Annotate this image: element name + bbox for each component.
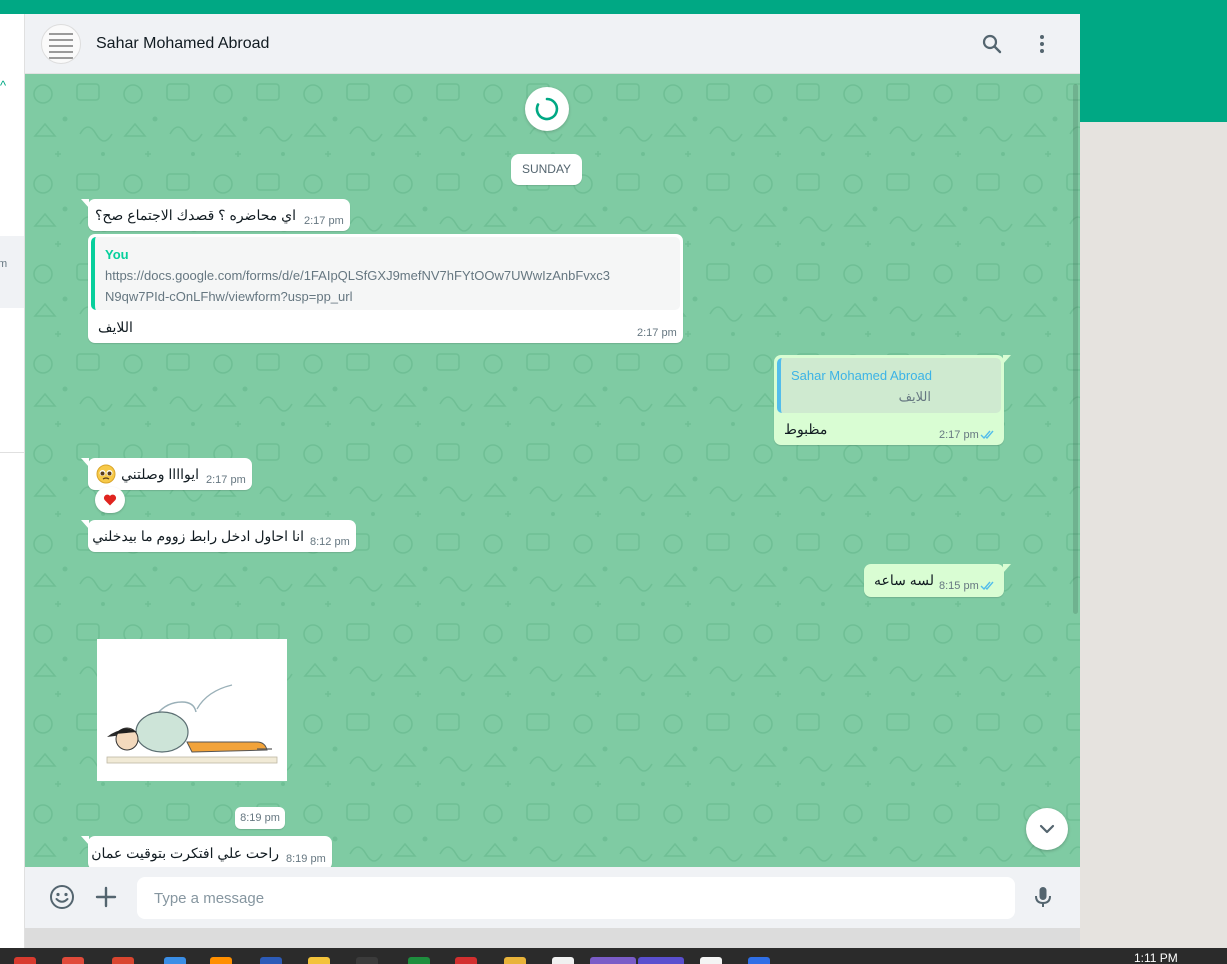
message-time: 8:12 pm bbox=[310, 536, 350, 548]
taskbar-app-icon[interactable] bbox=[210, 957, 232, 964]
taskbar-app-icon[interactable] bbox=[260, 957, 282, 964]
message-bubble-incoming[interactable]: ايواااا وصلتني 2:17 pm bbox=[81, 458, 252, 490]
taskbar-app-icon[interactable] bbox=[700, 957, 722, 964]
contact-name[interactable]: Sahar Mohamed Abroad bbox=[96, 35, 269, 53]
message-time: 2:17 pm bbox=[939, 429, 979, 441]
message-bubble-incoming[interactable]: You https://docs.google.com/forms/d/e/1F… bbox=[88, 234, 683, 343]
reaction-badge[interactable] bbox=[95, 487, 125, 513]
message-scrollbar[interactable] bbox=[1073, 84, 1078, 614]
message-text: لسه ساعه bbox=[874, 572, 935, 588]
quoted-link-line-2: N9qw7PId-cOnLFhw/viewform?usp=pp_url bbox=[105, 289, 353, 304]
taskbar-app-icon[interactable] bbox=[638, 957, 684, 964]
menu-dots-icon[interactable] bbox=[1030, 32, 1054, 56]
quoted-message[interactable]: You https://docs.google.com/forms/d/e/1F… bbox=[91, 237, 680, 310]
message-text: راحت علي افتكرت بتوقيت عمان bbox=[91, 845, 279, 861]
read-ticks-icon bbox=[980, 429, 996, 440]
conversation-header: Sahar Mohamed Abroad bbox=[25, 14, 1080, 74]
message-text: مظبوط bbox=[784, 421, 828, 437]
scroll-to-bottom-button[interactable] bbox=[1026, 808, 1068, 850]
message-bubble-outgoing[interactable]: Sahar Mohamed Abroad اللايف مظبوط 2:17 p… bbox=[774, 355, 1011, 445]
message-list[interactable]: SUNDAY اي محاضره ؟ قصدك الاجتماع صح؟ 2:1… bbox=[25, 74, 1080, 867]
quoted-author: You bbox=[105, 247, 129, 262]
message-time: 2:17 pm bbox=[637, 327, 677, 339]
taskbar-app-icon[interactable] bbox=[504, 957, 526, 964]
taskbar-app-icon[interactable] bbox=[112, 957, 134, 964]
taskbar-app-icon[interactable] bbox=[164, 957, 186, 964]
message-text: اللايف bbox=[98, 319, 133, 335]
sticker-image[interactable] bbox=[97, 639, 287, 781]
chat-row-partial-text: m bbox=[0, 258, 7, 270]
red-heart-icon bbox=[103, 494, 117, 506]
message-bubble-incoming[interactable]: انا احاول ادخل رابط زووم ما بيدخلني 8:12… bbox=[81, 520, 356, 552]
pleading-face-icon bbox=[96, 464, 116, 484]
message-text: ايواااا وصلتني bbox=[121, 466, 199, 482]
quoted-link-line-1: https://docs.google.com/forms/d/e/1FAIpQ… bbox=[105, 268, 611, 283]
message-bubble-incoming[interactable]: اي محاضره ؟ قصدك الاجتماع صح؟ 2:17 pm bbox=[81, 199, 350, 231]
message-time: 2:17 pm bbox=[304, 215, 344, 227]
taskbar-app-icon[interactable] bbox=[408, 957, 430, 964]
taskbar-app-icon[interactable] bbox=[308, 957, 330, 964]
sticker-time: 8:19 pm bbox=[235, 807, 285, 829]
message-input[interactable] bbox=[137, 877, 1015, 919]
message-text: اي محاضره ؟ قصدك الاجتماع صح؟ bbox=[94, 207, 296, 223]
background-green-panel bbox=[1080, 14, 1227, 122]
microphone-icon[interactable] bbox=[1030, 884, 1056, 910]
taskbar-app-icon[interactable] bbox=[455, 957, 477, 964]
contact-avatar[interactable] bbox=[41, 24, 81, 64]
taskbar-app-icon[interactable] bbox=[552, 957, 574, 964]
os-taskbar: 1:11 PM bbox=[0, 948, 1227, 964]
message-time: 2:17 pm bbox=[206, 474, 246, 486]
date-divider: SUNDAY bbox=[511, 154, 582, 185]
message-text: انا احاول ادخل رابط زووم ما بيدخلني bbox=[92, 528, 304, 544]
chevron-down-icon bbox=[1039, 824, 1055, 834]
taskbar-app-icon[interactable] bbox=[14, 957, 36, 964]
message-time: 8:19 pm bbox=[286, 853, 326, 865]
message-bubble-incoming[interactable]: راحت علي افتكرت بتوقيت عمان 8:19 pm bbox=[81, 836, 332, 867]
attach-plus-icon[interactable] bbox=[93, 884, 119, 910]
emoji-icon[interactable] bbox=[49, 884, 75, 910]
background-grey-panel bbox=[1080, 122, 1227, 948]
read-ticks-icon bbox=[980, 580, 996, 591]
conversation-panel: Sahar Mohamed Abroad SUNDAY اي محاضره ؟ … bbox=[25, 14, 1080, 928]
taskbar-app-icon[interactable] bbox=[356, 957, 378, 964]
chat-list-sidebar-partial: ^ m bbox=[0, 14, 25, 948]
loading-spinner-icon bbox=[525, 87, 569, 131]
selected-chat-row[interactable]: m bbox=[0, 236, 24, 308]
quoted-text: اللايف bbox=[898, 389, 931, 404]
quoted-author: Sahar Mohamed Abroad bbox=[791, 368, 932, 383]
taskbar-app-icon[interactable] bbox=[748, 957, 770, 964]
message-bubble-outgoing[interactable]: لسه ساعه 8:15 pm bbox=[864, 564, 1011, 597]
search-icon[interactable] bbox=[980, 32, 1004, 56]
taskbar-app-icon[interactable] bbox=[590, 957, 636, 964]
taskbar-app-icon[interactable] bbox=[62, 957, 84, 964]
message-composer bbox=[25, 867, 1080, 928]
sidebar-divider bbox=[0, 452, 24, 453]
app-top-band bbox=[0, 0, 1227, 14]
chevron-partial-icon: ^ bbox=[0, 78, 7, 93]
quoted-message[interactable]: Sahar Mohamed Abroad اللايف bbox=[777, 358, 1001, 413]
taskbar-clock[interactable]: 1:11 PM bbox=[1134, 951, 1178, 964]
message-time: 8:15 pm bbox=[939, 580, 979, 592]
